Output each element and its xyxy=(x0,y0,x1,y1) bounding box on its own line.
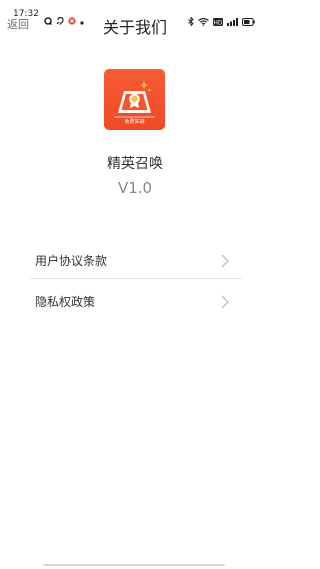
app-name: 精英召唤 xyxy=(107,156,163,172)
menu-item-label: 隐私权政策 xyxy=(35,295,96,309)
chevron-right-icon xyxy=(221,253,229,272)
page-title: 关于我们 xyxy=(102,18,167,37)
logo-caption: 免费实战 xyxy=(124,119,145,125)
chevron-right-icon xyxy=(221,294,229,313)
divider xyxy=(30,278,242,279)
menu-item-privacy-policy[interactable]: 隐私权政策 xyxy=(35,292,235,312)
home-indicator[interactable] xyxy=(43,564,225,566)
menu-item-label: 用户协议条款 xyxy=(35,254,108,268)
app-version: V1.0 xyxy=(117,179,153,197)
menu-item-user-agreement[interactable]: 用户协议条款 xyxy=(35,251,235,271)
app-logo: 免费实战 xyxy=(104,69,165,130)
